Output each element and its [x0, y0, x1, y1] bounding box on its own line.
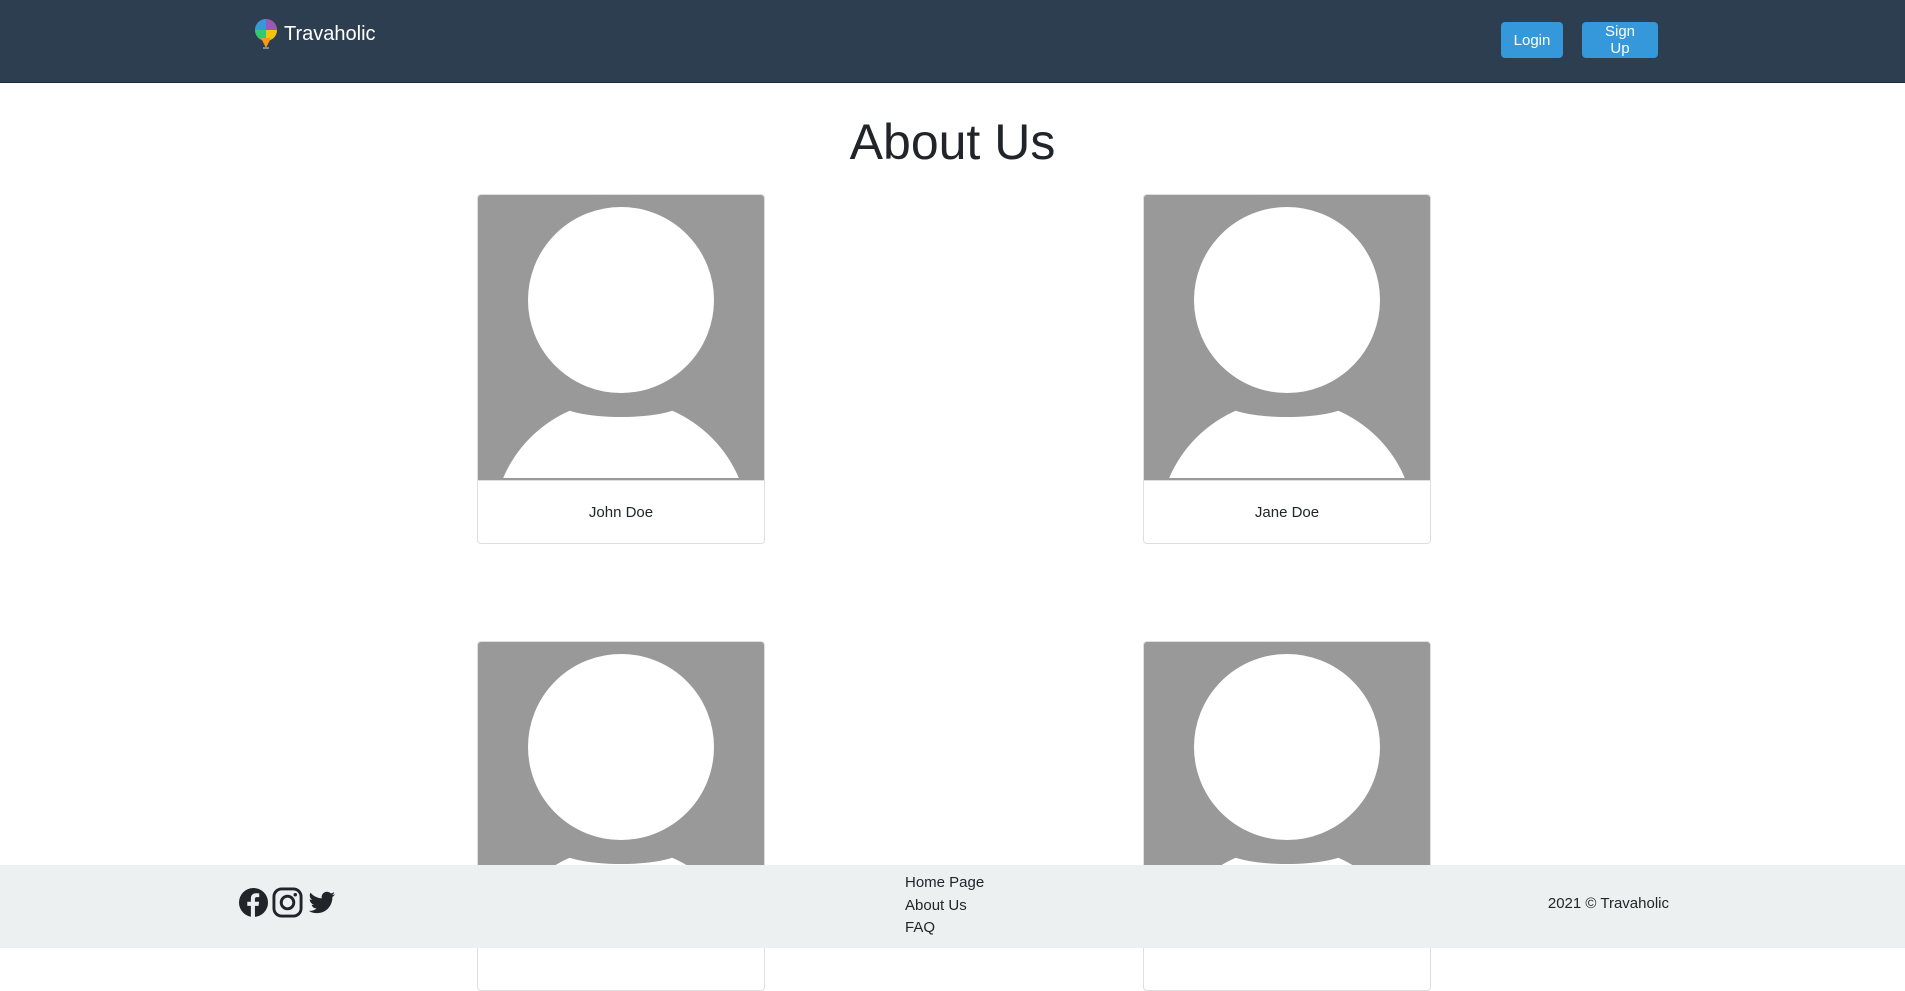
login-button[interactable]: Login [1501, 22, 1563, 58]
copyright-text: 2021 © Travaholic [1547, 895, 1669, 912]
footer-link-faq[interactable]: FAQ [905, 917, 984, 940]
team-member-card: John Doe [477, 194, 765, 544]
footer: Home Page About Us FAQ 2021 © Travaholic [0, 865, 1905, 948]
team-member-name: John Doe [478, 480, 764, 543]
page-title: About Us [849, 114, 1056, 170]
signup-button[interactable]: Sign Up [1582, 22, 1658, 58]
brand-name: Travaholic [284, 22, 376, 45]
team-member-card: Jane Doe [1143, 194, 1431, 544]
user-avatar-placeholder-icon [478, 195, 764, 480]
footer-link-about[interactable]: About Us [905, 895, 984, 918]
instagram-icon[interactable] [272, 887, 303, 918]
brand-link[interactable]: Travaholic [253, 18, 376, 50]
travaholic-logo-icon [253, 18, 279, 50]
footer-link-home[interactable]: Home Page [905, 872, 984, 895]
footer-links: Home Page About Us FAQ [905, 872, 984, 940]
twitter-icon[interactable] [306, 887, 337, 918]
navbar: Travaholic Login Sign Up [0, 0, 1905, 83]
facebook-icon[interactable] [238, 887, 269, 918]
user-avatar-placeholder-icon [1144, 195, 1430, 480]
social-links [238, 887, 337, 918]
team-member-name: Jane Doe [1144, 480, 1430, 543]
